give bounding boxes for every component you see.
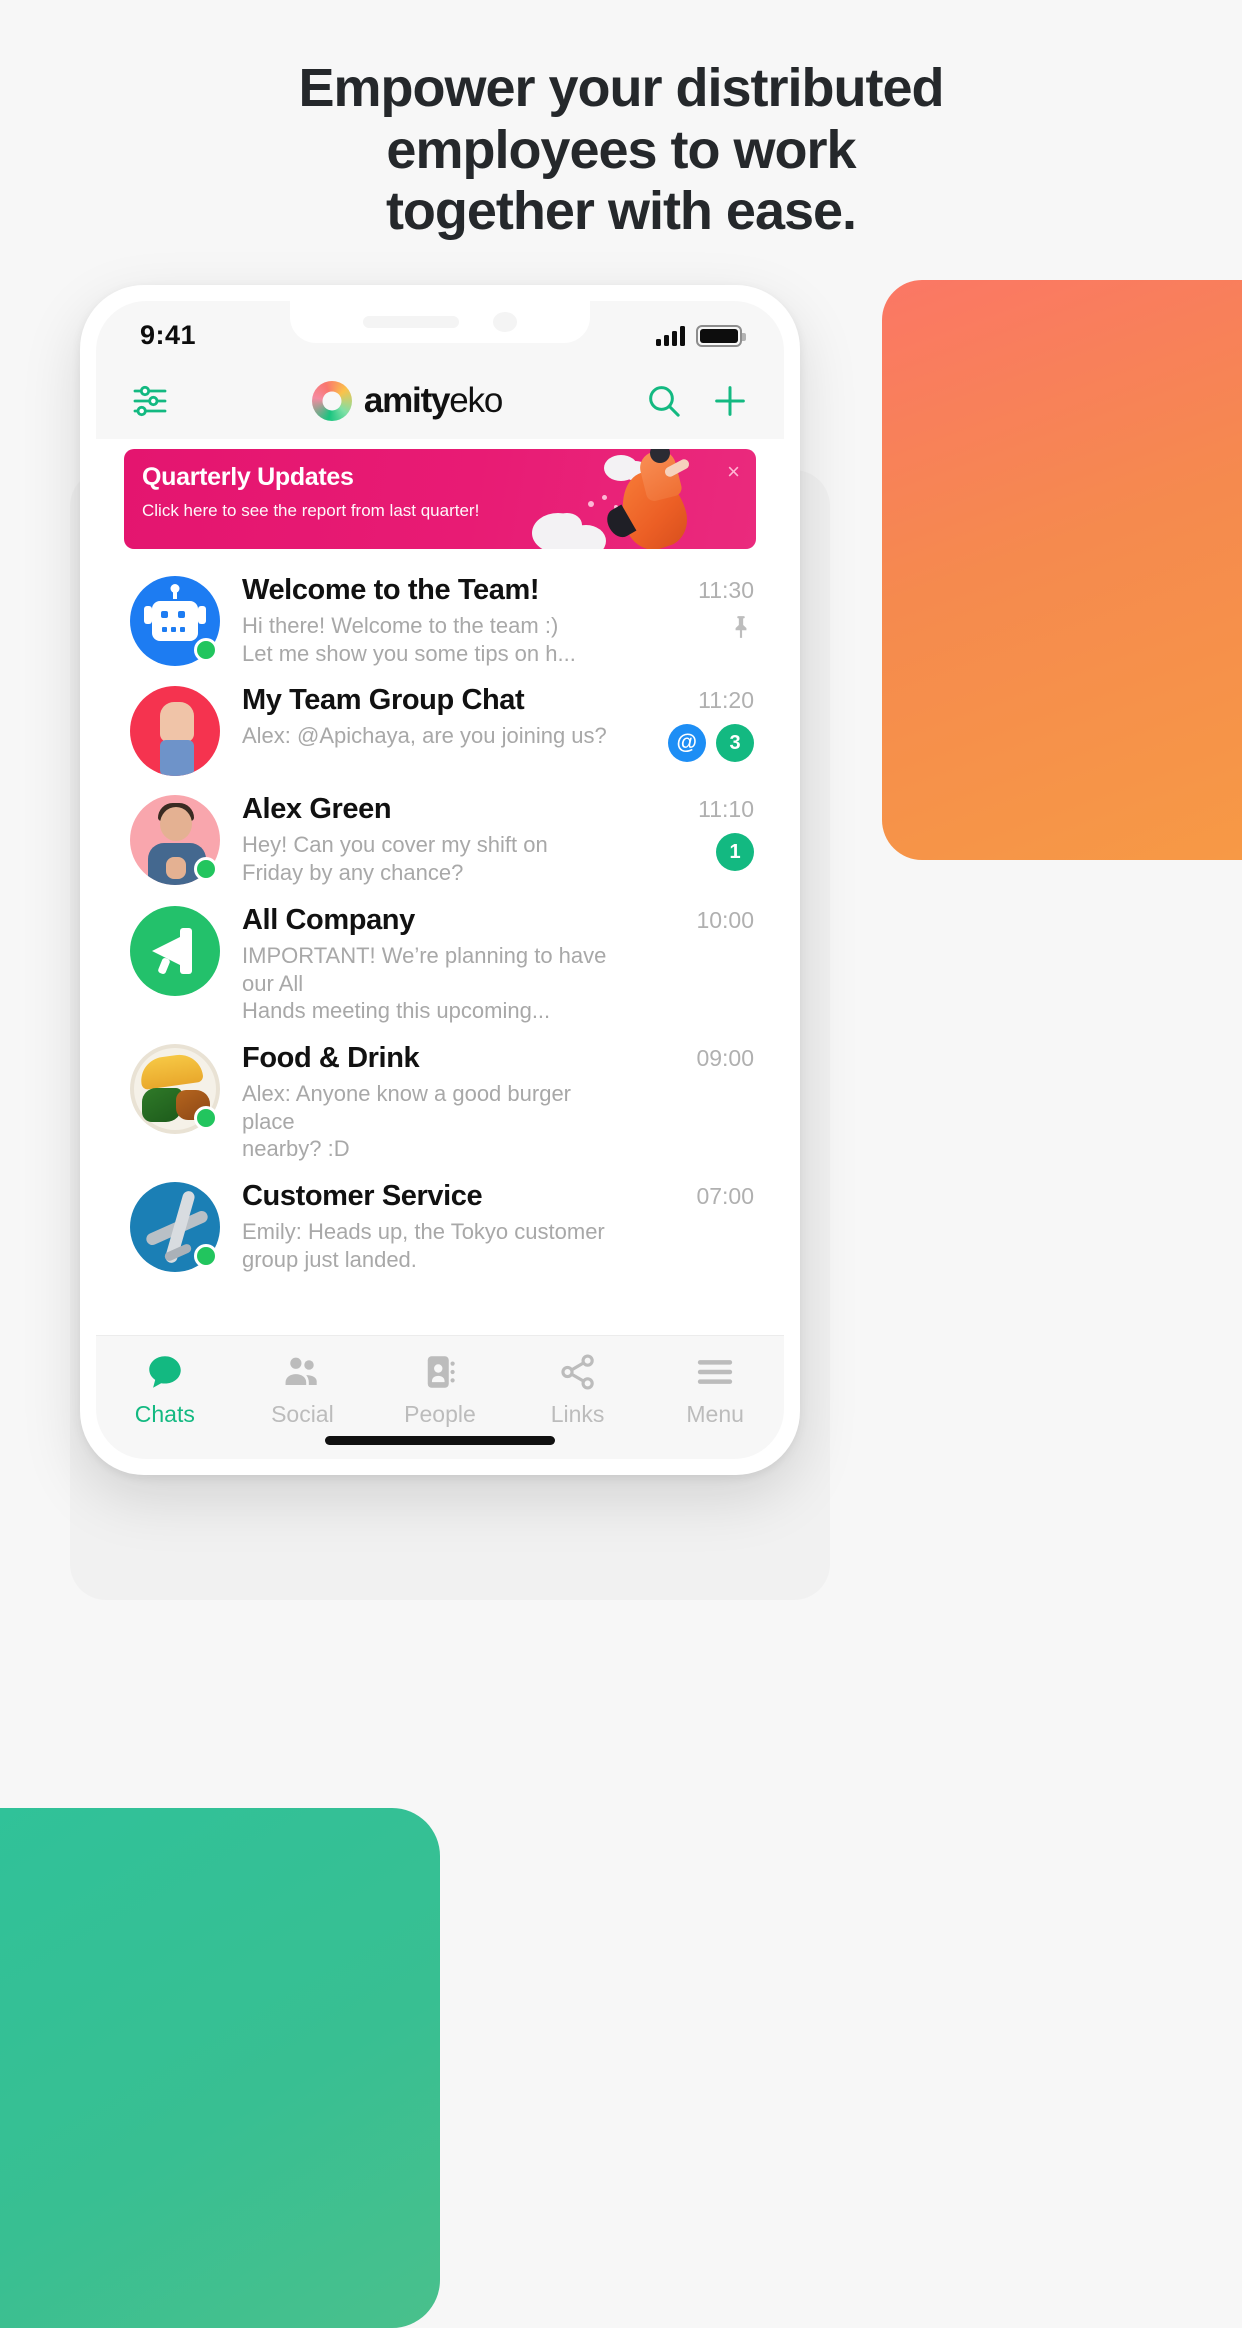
tab-links[interactable]: Links bbox=[513, 1350, 643, 1428]
amity-ring-icon bbox=[311, 381, 352, 421]
unread-badge: 1 bbox=[716, 833, 754, 872]
waving-hand-avatar bbox=[130, 686, 220, 777]
home-indicator bbox=[325, 1436, 555, 1445]
earpiece-speaker bbox=[363, 316, 459, 328]
rocket-illustration bbox=[526, 449, 726, 549]
tab-label: Links bbox=[550, 1401, 605, 1427]
chat-preview: Hi there! Welcome to the team :) Let me … bbox=[242, 613, 576, 666]
status-time: 9:41 bbox=[140, 319, 197, 350]
tab-label: Social bbox=[271, 1401, 334, 1427]
status-indicators bbox=[656, 325, 746, 347]
promo-banner-container: Quarterly Updates Click here to see the … bbox=[96, 439, 784, 549]
online-status-dot bbox=[194, 1106, 218, 1131]
promo-banner[interactable]: Quarterly Updates Click here to see the … bbox=[124, 449, 756, 549]
background-shape-orange bbox=[882, 280, 1242, 860]
chat-list-item[interactable]: Food & Drink Alex: Anyone know a good bu… bbox=[96, 1025, 784, 1163]
tab-label: Menu bbox=[686, 1401, 744, 1427]
app-logo: amityeko bbox=[311, 381, 503, 421]
chat-timestamp: 11:30 bbox=[698, 577, 754, 603]
chat-list-item[interactable]: Alex Green Hey! Can you cover my shift o… bbox=[96, 776, 784, 886]
people-group-icon bbox=[281, 1350, 323, 1394]
chat-preview: Alex: Anyone know a good burger place ne… bbox=[242, 1081, 572, 1162]
phone-mockup: 9:41 amityeko Quarterly Updates Click he… bbox=[80, 285, 800, 1475]
app-header: amityeko bbox=[96, 363, 784, 439]
tab-people[interactable]: People bbox=[375, 1350, 505, 1428]
chat-title: Food & Drink bbox=[242, 1042, 420, 1075]
online-status-dot bbox=[194, 1244, 218, 1269]
chat-title: My Team Group Chat bbox=[242, 684, 525, 717]
signal-bars-icon bbox=[656, 326, 685, 346]
phone-notch bbox=[290, 301, 590, 343]
chat-preview: Alex: @Apichaya, are you joining us? bbox=[242, 723, 607, 749]
phone-screen: 9:41 amityeko Quarterly Updates Click he… bbox=[96, 301, 784, 1459]
page-headline: Empower your distributed employees to wo… bbox=[0, 58, 1242, 243]
sliders-filter-icon[interactable] bbox=[130, 381, 170, 421]
avatar bbox=[130, 1182, 220, 1273]
battery-full-icon bbox=[696, 325, 746, 347]
tab-label: Chats bbox=[134, 1401, 195, 1427]
chat-title: Customer Service bbox=[242, 1180, 483, 1213]
chat-title: Alex Green bbox=[242, 793, 392, 826]
chat-title: All Company bbox=[242, 903, 415, 936]
plus-icon[interactable] bbox=[710, 381, 750, 421]
mention-badge: @ bbox=[667, 724, 706, 763]
chat-list: Welcome to the Team! Hi there! Welcome t… bbox=[96, 549, 784, 1335]
online-status-dot bbox=[194, 857, 218, 882]
headline-line-3: together with ease. bbox=[385, 181, 857, 242]
megaphone-avatar bbox=[130, 905, 220, 996]
contact-card-icon bbox=[419, 1350, 461, 1394]
chat-list-item[interactable]: Welcome to the Team! Hi there! Welcome t… bbox=[96, 557, 784, 667]
tab-menu[interactable]: Menu bbox=[650, 1350, 780, 1428]
chat-timestamp: 09:00 bbox=[696, 1045, 754, 1072]
search-icon[interactable] bbox=[644, 381, 684, 421]
brand-wordmark: amityeko bbox=[363, 381, 503, 421]
front-camera-icon bbox=[493, 312, 517, 332]
headline-line-2: employees to work bbox=[386, 119, 856, 180]
avatar bbox=[130, 1044, 220, 1135]
close-icon[interactable]: × bbox=[727, 461, 740, 483]
tab-chats[interactable]: Chats bbox=[100, 1350, 230, 1428]
avatar bbox=[130, 686, 220, 777]
avatar bbox=[130, 576, 220, 666]
chat-timestamp: 11:10 bbox=[698, 796, 754, 823]
status-bar: 9:41 bbox=[96, 301, 784, 363]
chat-preview: Hey! Can you cover my shift on Friday by… bbox=[242, 832, 548, 886]
chat-list-item[interactable]: All Company IMPORTANT! We’re planning to… bbox=[96, 887, 784, 1025]
bottom-tab-bar: Chats Social People Links Menu bbox=[96, 1335, 784, 1459]
brand-name-light: eko bbox=[449, 381, 503, 420]
chat-list-item[interactable]: My Team Group Chat Alex: @Apichaya, are … bbox=[96, 667, 784, 777]
chat-title: Welcome to the Team! bbox=[242, 574, 540, 606]
chat-timestamp: 11:20 bbox=[698, 687, 754, 714]
chat-list-item[interactable]: Customer Service Emily: Heads up, the To… bbox=[96, 1163, 784, 1273]
chat-timestamp: 10:00 bbox=[696, 906, 754, 933]
avatar bbox=[130, 795, 220, 886]
avatar bbox=[130, 905, 220, 996]
chat-preview: Emily: Heads up, the Tokyo customer grou… bbox=[242, 1219, 605, 1272]
tab-label: People bbox=[404, 1401, 476, 1427]
share-nodes-icon bbox=[557, 1350, 599, 1394]
brand-name-bold: amity bbox=[363, 381, 451, 420]
chat-timestamp: 07:00 bbox=[696, 1183, 754, 1210]
background-shape-teal bbox=[0, 1808, 440, 2328]
chat-preview: IMPORTANT! We’re planning to have our Al… bbox=[242, 942, 607, 1024]
chat-bubble-icon bbox=[144, 1350, 186, 1394]
headline-line-1: Empower your distributed bbox=[298, 58, 944, 118]
tab-social[interactable]: Social bbox=[237, 1350, 367, 1428]
hamburger-menu-icon bbox=[694, 1350, 736, 1394]
unread-badge: 3 bbox=[716, 724, 754, 763]
online-status-dot bbox=[194, 638, 218, 662]
pin-icon bbox=[728, 614, 754, 644]
